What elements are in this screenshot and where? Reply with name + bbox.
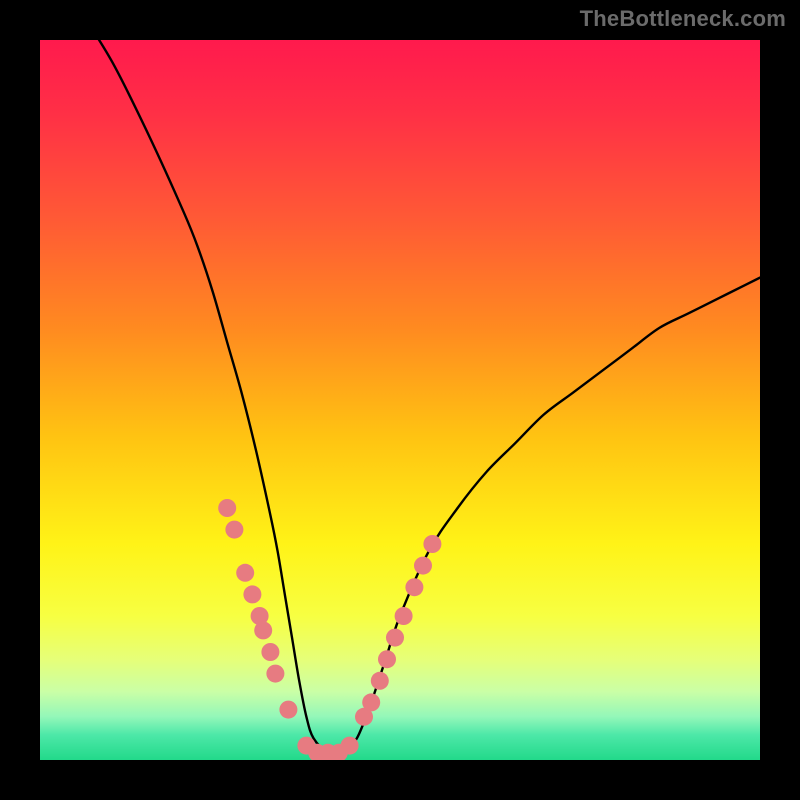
plot-area <box>40 40 760 760</box>
marker-dot <box>218 499 236 517</box>
marker-dot <box>371 672 389 690</box>
marker-dot <box>378 650 396 668</box>
marker-dot <box>266 665 284 683</box>
marker-dot <box>261 643 279 661</box>
marker-dot <box>225 521 243 539</box>
marker-dot <box>423 535 441 553</box>
marker-dot <box>386 629 404 647</box>
bottleneck-curve <box>76 40 760 755</box>
marker-dot <box>414 557 432 575</box>
highlight-markers <box>218 499 441 760</box>
marker-dot <box>254 621 272 639</box>
marker-dot <box>341 737 359 755</box>
marker-dot <box>362 693 380 711</box>
marker-dot <box>405 578 423 596</box>
marker-dot <box>243 585 261 603</box>
marker-dot <box>395 607 413 625</box>
chart-svg <box>40 40 760 760</box>
marker-dot <box>236 564 254 582</box>
watermark-text: TheBottleneck.com <box>580 6 786 32</box>
marker-dot <box>279 701 297 719</box>
outer-frame: TheBottleneck.com <box>0 0 800 800</box>
